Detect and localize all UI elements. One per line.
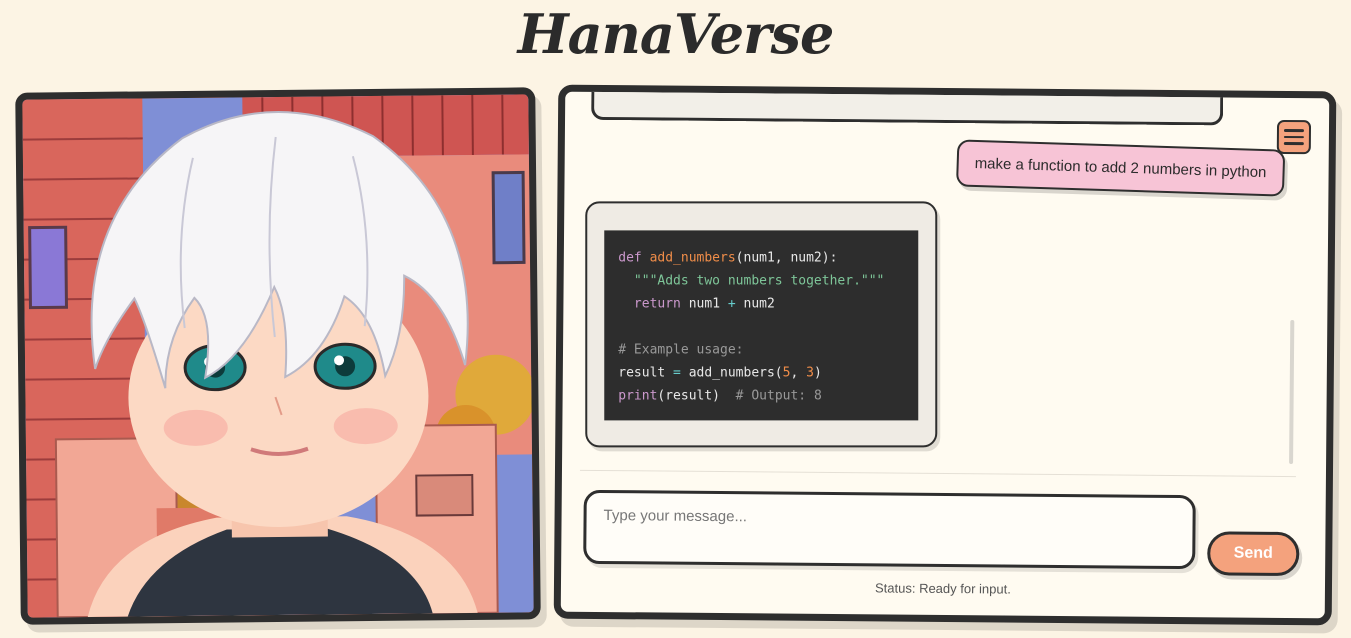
code-block: def add_numbers(num1, num2): """Adds two…	[604, 230, 919, 421]
app-title: HanaVerse	[517, 2, 835, 66]
message-input[interactable]	[583, 489, 1196, 570]
chat-scrollbar-thumb[interactable]	[1289, 320, 1295, 465]
chat-scrollbar[interactable]	[1288, 174, 1297, 470]
user-message-bubble: make a function to add 2 numbers in pyth…	[955, 139, 1286, 197]
previous-message-bubble	[591, 84, 1224, 126]
anime-girl-avatar	[22, 94, 534, 618]
bot-message-bubble: def add_numbers(num1, num2): """Adds two…	[585, 201, 938, 448]
status-text: Status: Ready for input.	[874, 580, 1011, 597]
avatar-panel	[15, 87, 541, 625]
hamburger-menu-icon[interactable]	[1276, 119, 1312, 155]
chat-panel: make a function to add 2 numbers in pyth…	[553, 84, 1337, 626]
input-divider	[579, 469, 1296, 478]
send-button[interactable]: Send	[1207, 531, 1300, 577]
